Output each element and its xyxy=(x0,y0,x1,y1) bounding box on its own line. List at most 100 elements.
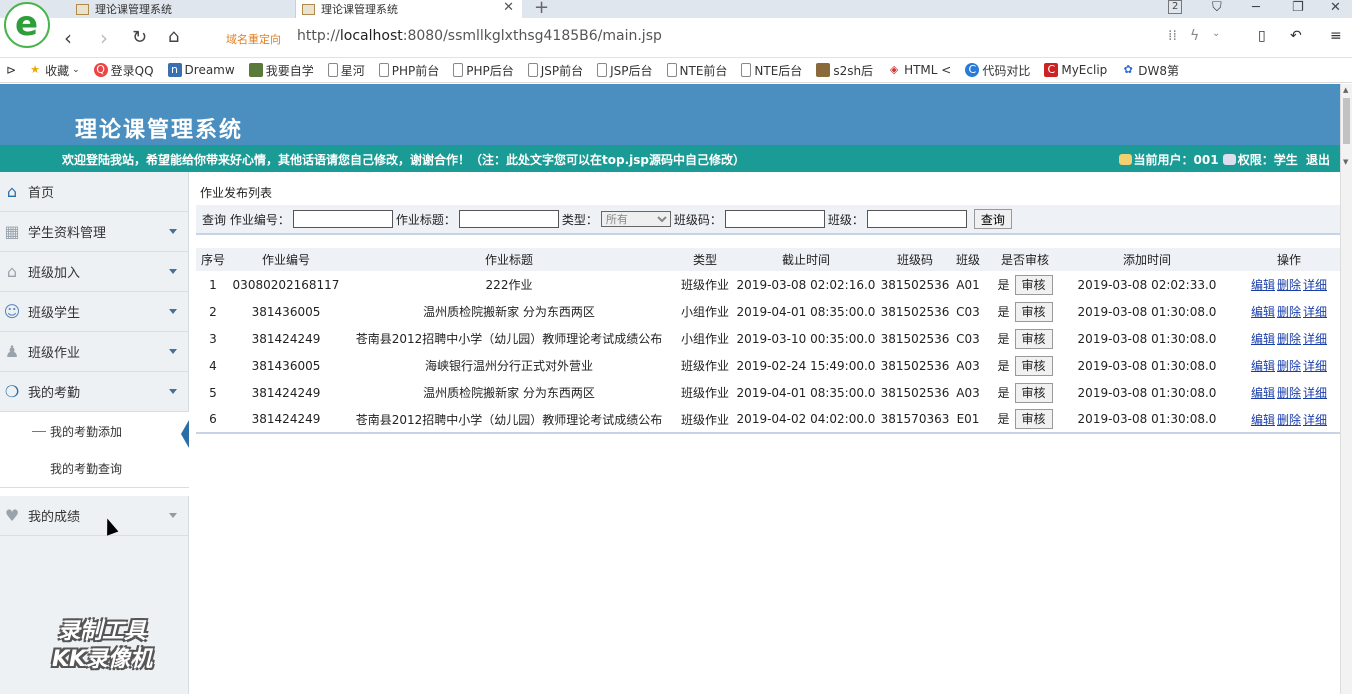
search-button[interactable]: 查询 xyxy=(973,209,1012,229)
review-button[interactable]: 审核 xyxy=(1014,301,1053,322)
browser-tab-2[interactable]: 理论课管理系统 ✕ xyxy=(296,0,522,18)
sidebar-item-class-homework[interactable]: ♟ 班级作业 xyxy=(0,332,189,372)
lightning-icon[interactable]: ϟ xyxy=(1190,28,1199,44)
tab-count-badge[interactable]: 2 xyxy=(1168,0,1183,14)
forward-icon[interactable]: › xyxy=(100,26,108,50)
sidebar-item-student-profile[interactable]: ▦ 学生资料管理 xyxy=(0,212,189,252)
bookmark-item[interactable]: C MyEclip xyxy=(1044,63,1107,77)
cell-id: 381424249 xyxy=(251,331,321,346)
url-input[interactable]: http://localhost:8080/ssmllkglxthsg4185B… xyxy=(297,28,662,44)
logout-link[interactable]: 退出 xyxy=(1306,153,1330,167)
detail-link[interactable]: 详细 xyxy=(1303,305,1327,319)
site-header: 理论课管理系统 xyxy=(0,84,1340,145)
apps-grid-icon[interactable]: ⁞⁞ xyxy=(1168,28,1177,44)
class-input[interactable] xyxy=(866,210,967,228)
detail-link[interactable]: 详细 xyxy=(1303,278,1327,292)
homework-title-input[interactable] xyxy=(458,210,559,228)
review-button[interactable]: 审核 xyxy=(1014,355,1053,376)
new-tab-button[interactable]: + xyxy=(534,0,549,18)
bookmark-item[interactable]: NTE前台 xyxy=(666,62,727,79)
bookmark-item[interactable]: C 代码对比 xyxy=(965,62,1030,79)
bookmark-item[interactable]: 星河 xyxy=(327,62,365,79)
review-button[interactable]: 审核 xyxy=(1014,274,1053,295)
detail-link[interactable]: 详细 xyxy=(1303,386,1327,400)
page-scrollbar[interactable]: ▲ ▼ xyxy=(1340,84,1352,694)
cell-deadline: 2019-03-08 02:02:16.0 xyxy=(736,277,876,292)
edit-link[interactable]: 编辑 xyxy=(1251,332,1275,346)
cell-title: 温州质检院搬新家 分为东西两区 xyxy=(423,386,595,400)
edit-link[interactable]: 编辑 xyxy=(1251,359,1275,373)
delete-link[interactable]: 删除 xyxy=(1277,332,1301,346)
refresh-icon[interactable]: ↻ xyxy=(132,27,147,48)
scroll-down-icon[interactable]: ▼ xyxy=(1343,158,1348,166)
detail-link[interactable]: 详细 xyxy=(1303,413,1327,427)
table-row: 2 381436005 温州质检院搬新家 分为东西两区 小组作业 2019-04-01 … xyxy=(196,298,1340,325)
chevron-down-icon xyxy=(169,513,177,518)
chevron-down-icon[interactable]: ⌄ xyxy=(1212,28,1220,39)
review-button[interactable]: 审核 xyxy=(1014,382,1053,403)
undo-icon[interactable]: ↶ xyxy=(1290,28,1302,44)
scroll-up-icon[interactable]: ▲ xyxy=(1343,86,1348,94)
homework-id-input[interactable] xyxy=(292,210,393,228)
cell-class-code: 381502536 xyxy=(880,331,950,346)
bookmark-item[interactable]: NTE后台 xyxy=(741,62,802,79)
edit-link[interactable]: 编辑 xyxy=(1251,413,1275,427)
bookmark-item[interactable]: PHP前台 xyxy=(378,62,439,79)
delete-link[interactable]: 删除 xyxy=(1277,278,1301,292)
cell-reviewed: 是审核 xyxy=(984,298,1066,325)
edit-link[interactable]: 编辑 xyxy=(1251,386,1275,400)
cell-deadline: 2019-04-01 08:35:00.0 xyxy=(736,385,876,400)
delete-link[interactable]: 删除 xyxy=(1277,413,1301,427)
section-title: 作业发布列表 xyxy=(200,186,273,200)
back-icon[interactable]: ‹ xyxy=(64,26,72,50)
restore-icon[interactable]: ❐ xyxy=(1292,0,1304,18)
chevron-down-icon xyxy=(169,389,177,394)
review-button[interactable]: 审核 xyxy=(1014,409,1053,429)
scroll-thumb[interactable] xyxy=(1343,98,1350,144)
cell-title: 222作业 xyxy=(485,278,533,292)
bookmark-item[interactable]: Q 登录QQ xyxy=(93,62,154,79)
tab-close-icon[interactable]: ✕ xyxy=(503,0,514,15)
delete-link[interactable]: 删除 xyxy=(1277,386,1301,400)
delete-link[interactable]: 删除 xyxy=(1277,359,1301,373)
sidebar-subitem-attendance-add[interactable]: 我的考勤添加 xyxy=(0,412,189,450)
home-page-icon[interactable]: ⌂ xyxy=(168,26,179,47)
bookmark-item[interactable]: 我要自学 xyxy=(248,62,314,79)
reader-icon[interactable]: ▯ xyxy=(1258,28,1266,44)
class-code-input[interactable] xyxy=(724,210,825,228)
type-select[interactable]: 所有 xyxy=(600,211,671,227)
cell-no: 6 xyxy=(196,406,230,434)
minimize-icon[interactable]: ─ xyxy=(1252,0,1260,18)
page-icon xyxy=(378,63,389,77)
sidebar-item-my-attendance[interactable]: ❍ 我的考勤 xyxy=(0,372,189,412)
edit-link[interactable]: 编辑 xyxy=(1251,278,1275,292)
detail-link[interactable]: 详细 xyxy=(1303,359,1327,373)
chevron-down-icon xyxy=(169,349,177,354)
sidebar-subitem-attendance-query[interactable]: 我的考勤查询 xyxy=(0,450,189,488)
bookmark-item[interactable]: n Dreamw xyxy=(167,63,235,77)
shirt-icon[interactable]: ⛉ xyxy=(1212,0,1222,18)
browser-tab-1[interactable]: 理论课管理系统 xyxy=(70,0,296,18)
delete-link[interactable]: 删除 xyxy=(1277,305,1301,319)
review-button[interactable]: 审核 xyxy=(1014,328,1053,349)
user-icon xyxy=(1118,154,1132,165)
bookmark-item[interactable]: JSP前台 xyxy=(527,62,583,79)
bookmark-item[interactable]: JSP后台 xyxy=(597,62,653,79)
sidebar-item-class-students[interactable]: ☺ 班级学生 xyxy=(0,292,189,332)
bookmark-item[interactable]: ★ 收藏 ⌄ xyxy=(28,62,80,79)
bookmark-item[interactable]: s2sh后 xyxy=(816,62,873,79)
bookmark-item[interactable]: ✿ DW8第 xyxy=(1121,62,1179,79)
cell-title: 温州质检院搬新家 分为东西两区 xyxy=(423,305,595,319)
close-window-icon[interactable]: ✕ xyxy=(1330,0,1341,18)
sidebar-item-my-grades[interactable]: ♥ 我的成绩 xyxy=(0,496,189,536)
sidebar-item-home[interactable]: ⌂ 首页 xyxy=(0,172,189,212)
bookmark-item[interactable]: ◈ HTML < xyxy=(887,63,952,77)
paw-icon: ✿ xyxy=(1123,63,1133,76)
edit-link[interactable]: 编辑 xyxy=(1251,305,1275,319)
sidebar-toggle-icon[interactable]: ⊳ xyxy=(6,63,16,77)
sidebar-item-join-class[interactable]: ⌂ 班级加入 xyxy=(0,252,189,292)
menu-icon[interactable]: ≡ xyxy=(1330,28,1342,44)
cell-id: 381424249 xyxy=(230,406,342,434)
detail-link[interactable]: 详细 xyxy=(1303,332,1327,346)
bookmark-item[interactable]: PHP后台 xyxy=(453,62,514,79)
